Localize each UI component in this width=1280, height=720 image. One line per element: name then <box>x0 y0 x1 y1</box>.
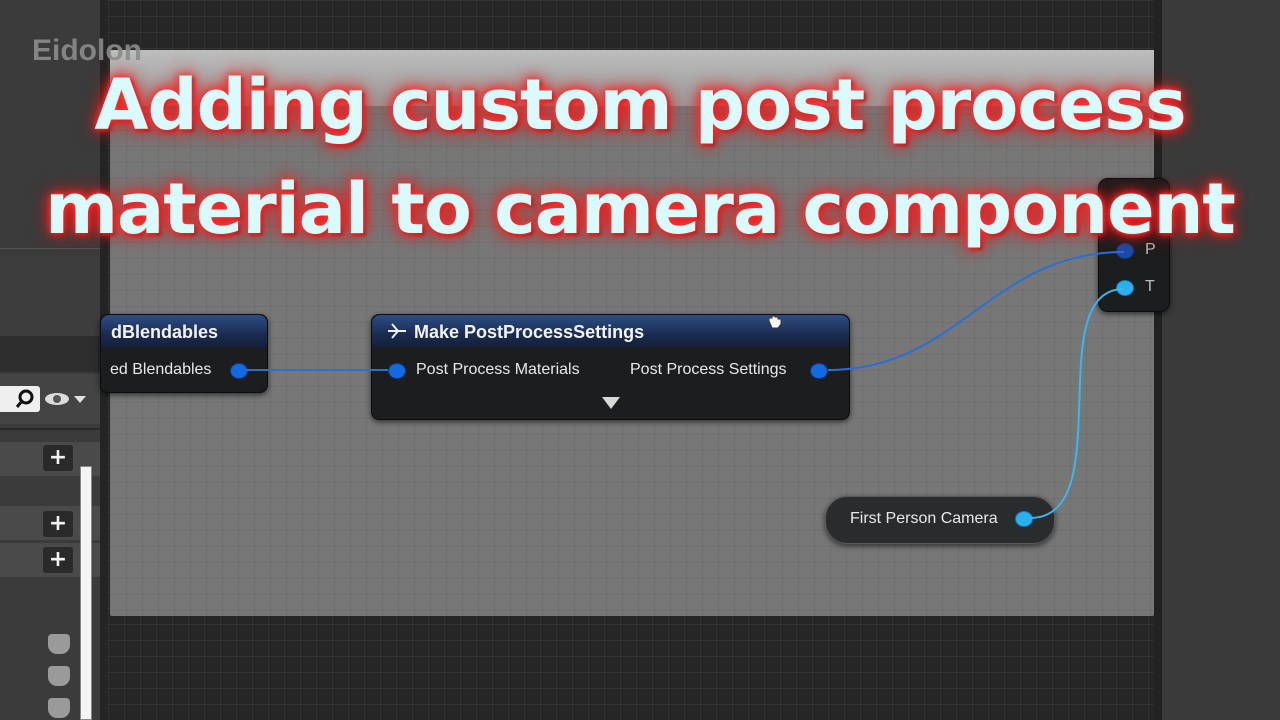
overlay-title-line2: material to camera component <box>45 168 1236 250</box>
brand-watermark: Eidolon <box>32 34 142 67</box>
wire-camera <box>1029 288 1125 519</box>
overlay-title-line1: Adding custom post process <box>94 64 1186 146</box>
wire-settings <box>827 251 1125 371</box>
